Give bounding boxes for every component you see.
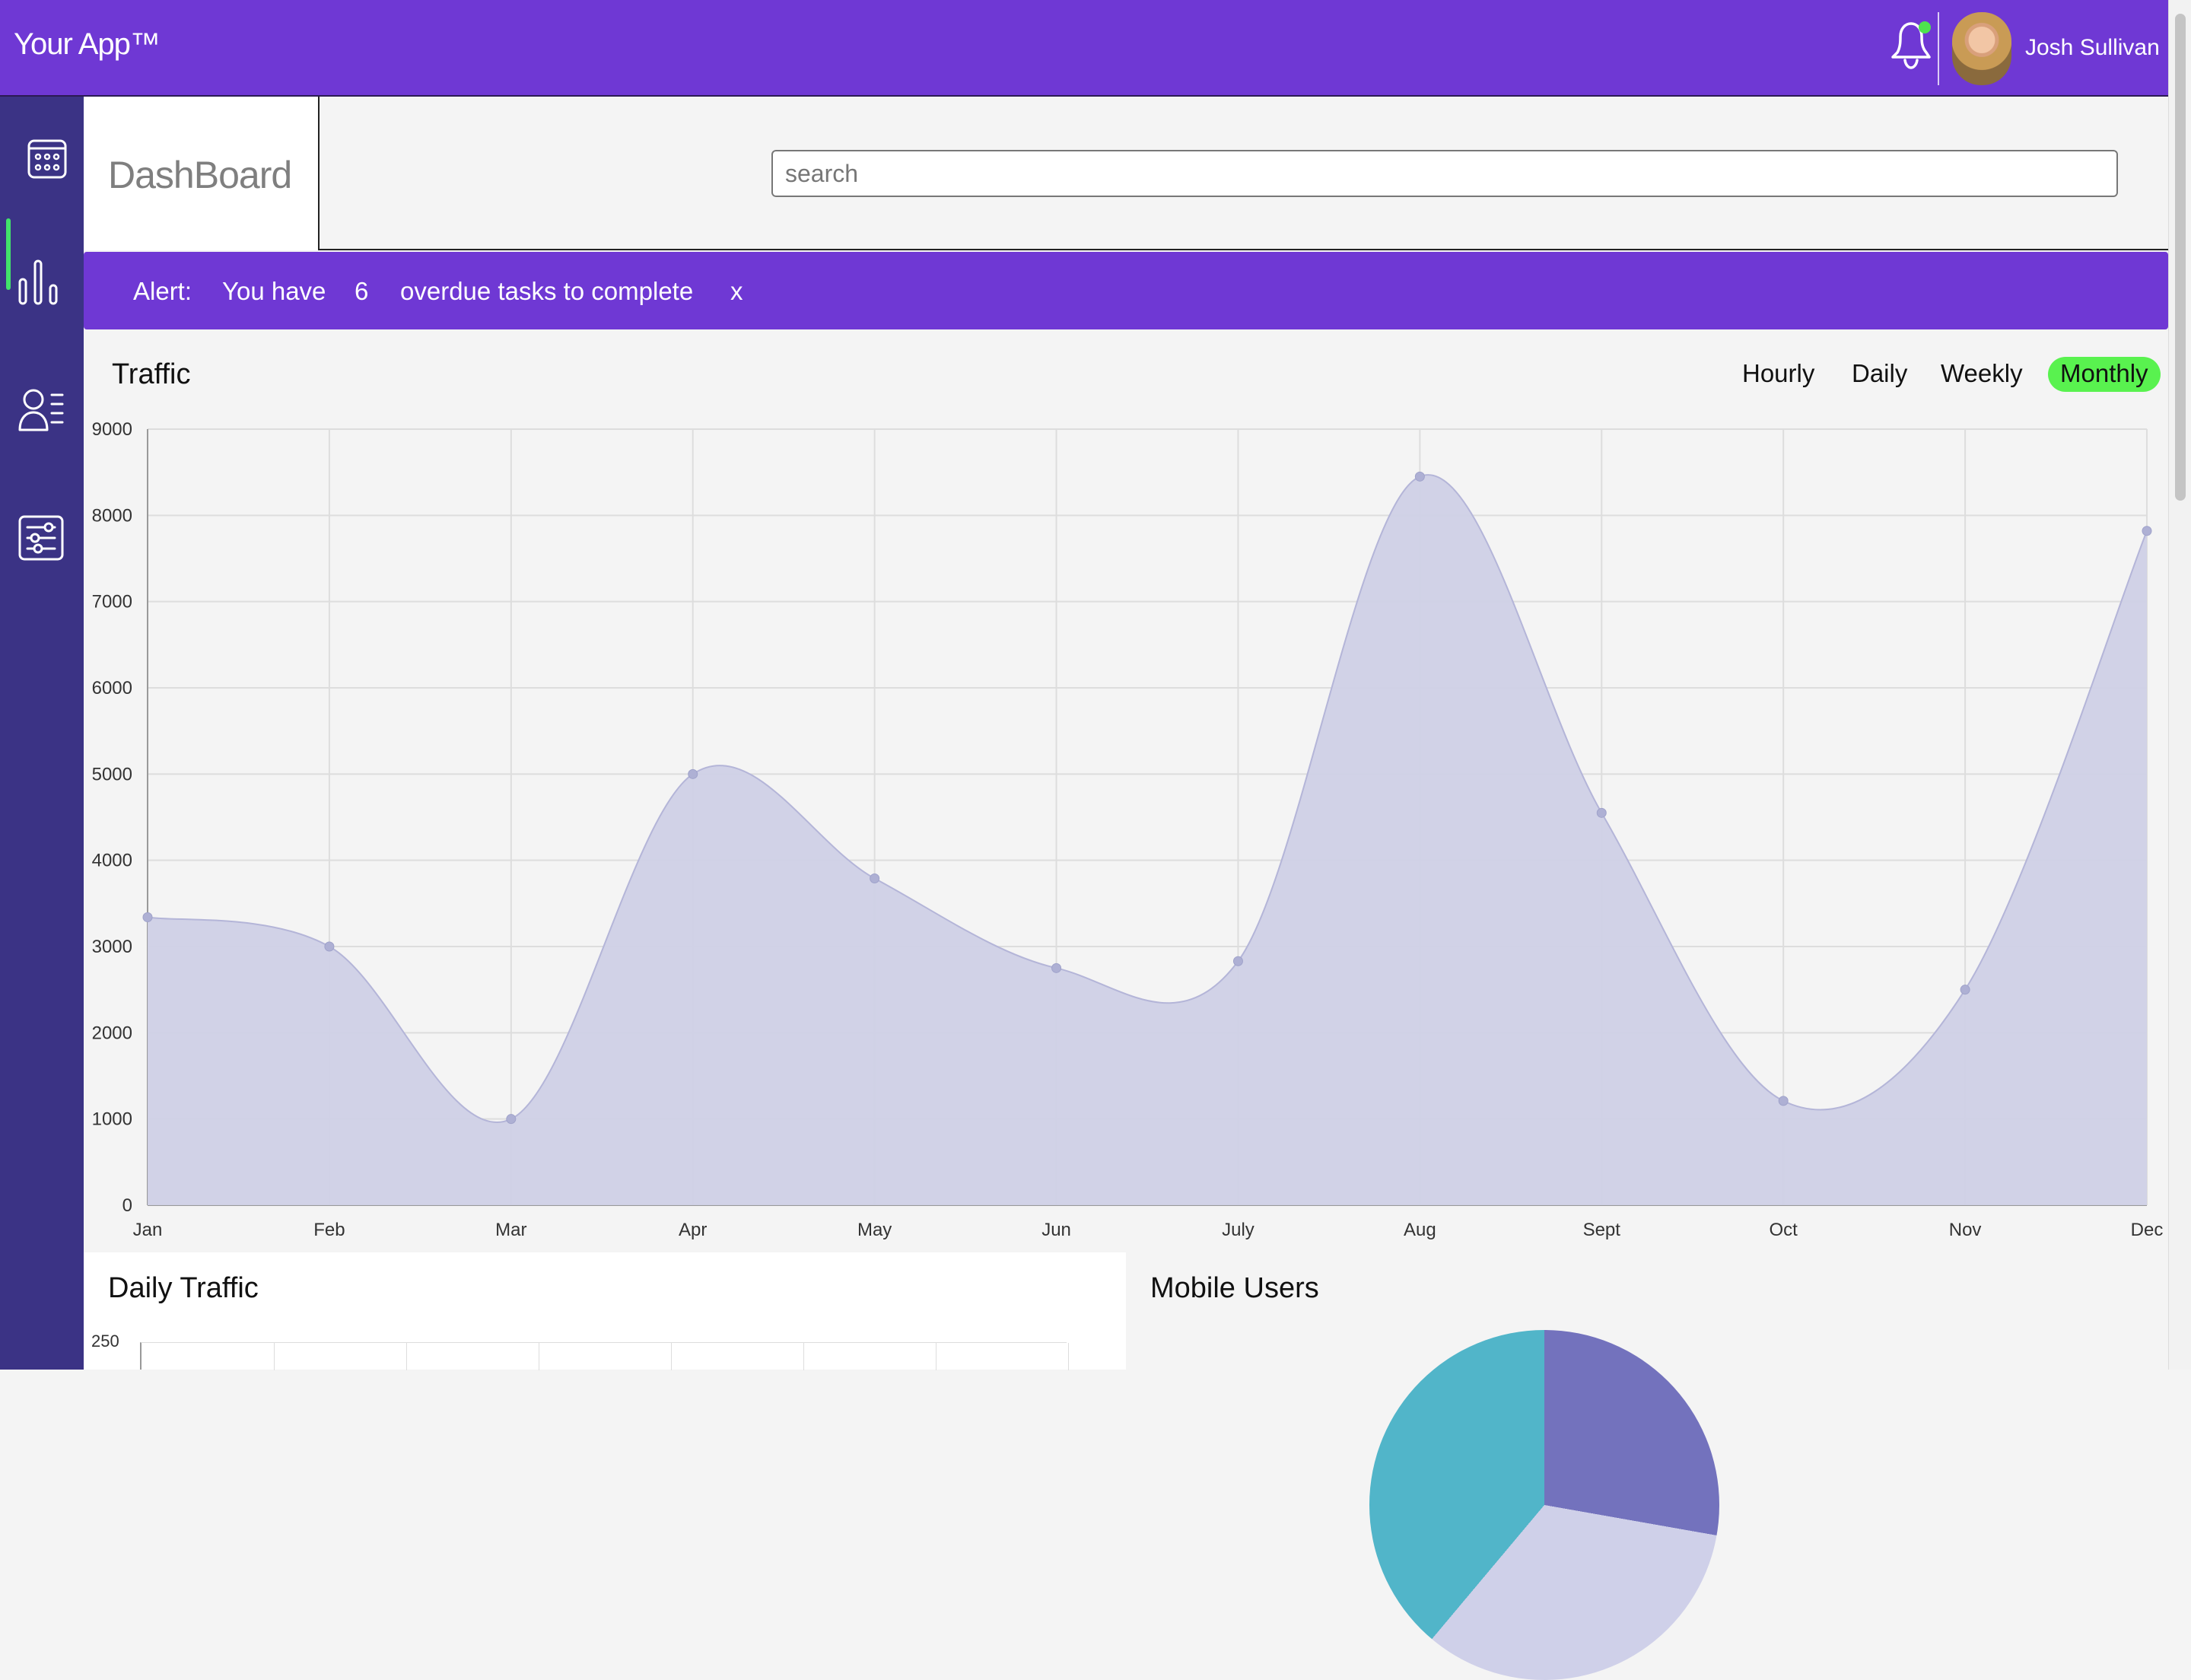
x-tick-label: Sept (1583, 1220, 1621, 1240)
traffic-data-point (1414, 471, 1425, 482)
page-title-panel: DashBoard (84, 97, 320, 250)
y-tick-label: 9000 (92, 419, 132, 440)
alert-dismiss-button[interactable]: x (730, 277, 743, 306)
traffic-data-point (324, 941, 335, 952)
traffic-data-point (1596, 807, 1607, 818)
alert-message: overdue tasks to complete (400, 277, 694, 305)
sidebar (0, 97, 84, 1370)
y-tick-label: 8000 (92, 505, 132, 526)
user-avatar[interactable] (1952, 12, 2011, 85)
y-tick-label: 2000 (92, 1023, 132, 1043)
x-tick-label: Dec (2131, 1220, 2164, 1240)
traffic-data-point (688, 768, 698, 779)
traffic-data-point (506, 1114, 517, 1125)
x-tick-label: Jan (133, 1220, 163, 1240)
range-weekly[interactable]: Weekly (1941, 359, 2023, 388)
analytics-icon[interactable] (14, 258, 62, 307)
range-monthly[interactable]: Monthly (2048, 357, 2161, 392)
traffic-data-point (2142, 526, 2152, 536)
x-tick-label: Aug (1404, 1220, 1436, 1240)
x-tick-label: Nov (1949, 1220, 1982, 1240)
calendar-icon[interactable] (23, 135, 72, 183)
traffic-area (148, 475, 2147, 1205)
traffic-title: Traffic (112, 358, 191, 390)
scrollbar-thumb[interactable] (2175, 14, 2186, 501)
y-tick-label: 3000 (92, 937, 132, 957)
y-tick-label: 0 (122, 1195, 132, 1216)
range-daily[interactable]: Daily (1852, 359, 1907, 388)
overdue-alert: Alert: You have 6 overdue tasks to compl… (84, 252, 2168, 329)
page-scrollbar[interactable] (2168, 0, 2191, 1370)
daily-traffic-title: Daily Traffic (108, 1272, 259, 1304)
traffic-data-point (1051, 963, 1062, 973)
y-tick-label: 6000 (92, 678, 132, 698)
traffic-data-point (142, 912, 153, 922)
x-tick-label: July (1222, 1220, 1254, 1240)
traffic-area-chart: 0 1000 2000 3000 4000 5000 6000 7000 8000 9000 Jan… (92, 419, 2164, 1240)
user-name[interactable]: Josh Sullivan (2025, 35, 2160, 61)
top-navigation: Your App™ Josh Sullivan (0, 0, 2168, 97)
x-tick-label: Jun (1041, 1220, 1071, 1240)
range-hourly[interactable]: Hourly (1742, 359, 1814, 388)
app-brand[interactable]: Your App™ (14, 27, 161, 62)
search-input[interactable] (771, 150, 2118, 197)
alert-label: Alert: (133, 277, 192, 305)
mobile-users-title: Mobile Users (1150, 1272, 1319, 1304)
header-divider (1938, 12, 1939, 85)
mobile-users-donut (1369, 1330, 1719, 1680)
traffic-data-point (1778, 1096, 1789, 1106)
search-panel (320, 97, 2168, 250)
traffic-data-point (1960, 985, 1970, 995)
alert-prefix: You have (222, 277, 326, 305)
traffic-data-point (1232, 956, 1243, 966)
y-tick-label: 1000 (92, 1109, 132, 1130)
notification-dot (1919, 21, 1931, 33)
sidebar-active-indicator (6, 218, 11, 290)
alert-count: 6 (355, 277, 369, 305)
daily-traffic-y-tick: 250 (91, 1332, 119, 1351)
x-tick-label: Mar (495, 1220, 526, 1240)
x-tick-label: Oct (1770, 1220, 1798, 1240)
members-icon[interactable] (15, 386, 64, 434)
settings-icon[interactable] (17, 514, 65, 562)
traffic-data-point (870, 873, 880, 883)
page-title: DashBoard (108, 154, 292, 196)
y-tick-label: 7000 (92, 592, 132, 612)
x-tick-label: Feb (313, 1220, 345, 1240)
y-tick-label: 4000 (92, 851, 132, 871)
y-tick-label: 5000 (92, 764, 132, 784)
x-tick-label: May (857, 1220, 892, 1240)
x-tick-label: Apr (679, 1220, 707, 1240)
daily-traffic-grid (140, 1342, 1069, 1370)
